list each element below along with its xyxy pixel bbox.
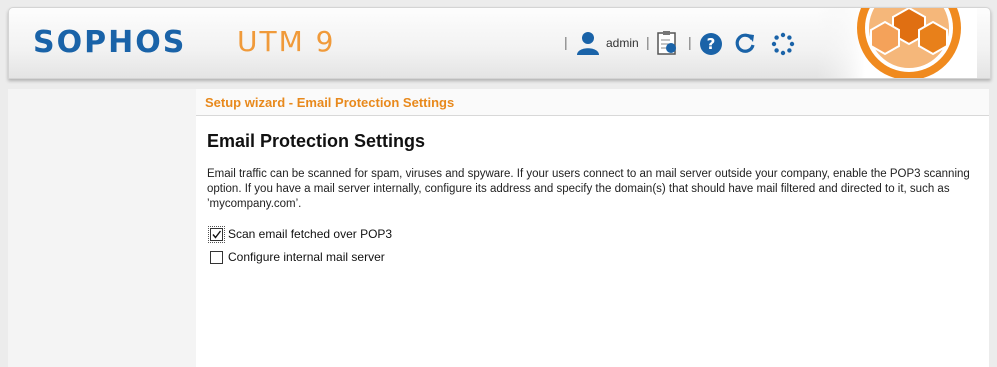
option-internal-mail-server[interactable]: Configure internal mail server [210, 249, 385, 265]
internal-mail-server-checkbox[interactable] [210, 250, 223, 264]
user-icon[interactable] [575, 30, 601, 56]
internal-mail-server-label[interactable]: Configure internal mail server [228, 250, 385, 264]
wizard-title: Setup wizard - Email Protection Settings [205, 95, 455, 110]
separator: | [564, 34, 568, 50]
option-scan-pop3[interactable]: Scan email fetched over POP3 [208, 225, 392, 243]
header-bar: SOPHOS UTM 9 | admin | | ? [8, 7, 991, 79]
product-name: UTM 9 [237, 25, 336, 58]
sophos-badge-icon [817, 8, 977, 78]
help-icon[interactable]: ? [699, 32, 723, 56]
svg-text:?: ? [707, 35, 716, 53]
left-navigation-panel [8, 89, 196, 367]
refresh-icon[interactable] [733, 31, 757, 55]
page-title: Email Protection Settings [207, 131, 426, 151]
wizard-title-bar: Setup wizard - Email Protection Settings [196, 89, 989, 116]
main-content: Setup wizard - Email Protection Settings… [196, 89, 989, 367]
loading-icon [771, 32, 795, 56]
sophos-logo: SOPHOS [33, 25, 187, 60]
report-icon[interactable] [655, 30, 679, 56]
checkmark-icon [212, 230, 222, 239]
separator: | [688, 34, 692, 50]
description-text: Email traffic can be scanned for spam, v… [207, 168, 970, 210]
scan-pop3-label[interactable]: Scan email fetched over POP3 [228, 227, 392, 241]
scan-pop3-checkbox[interactable] [208, 225, 225, 243]
user-label[interactable]: admin [606, 36, 639, 50]
separator: | [646, 34, 650, 50]
